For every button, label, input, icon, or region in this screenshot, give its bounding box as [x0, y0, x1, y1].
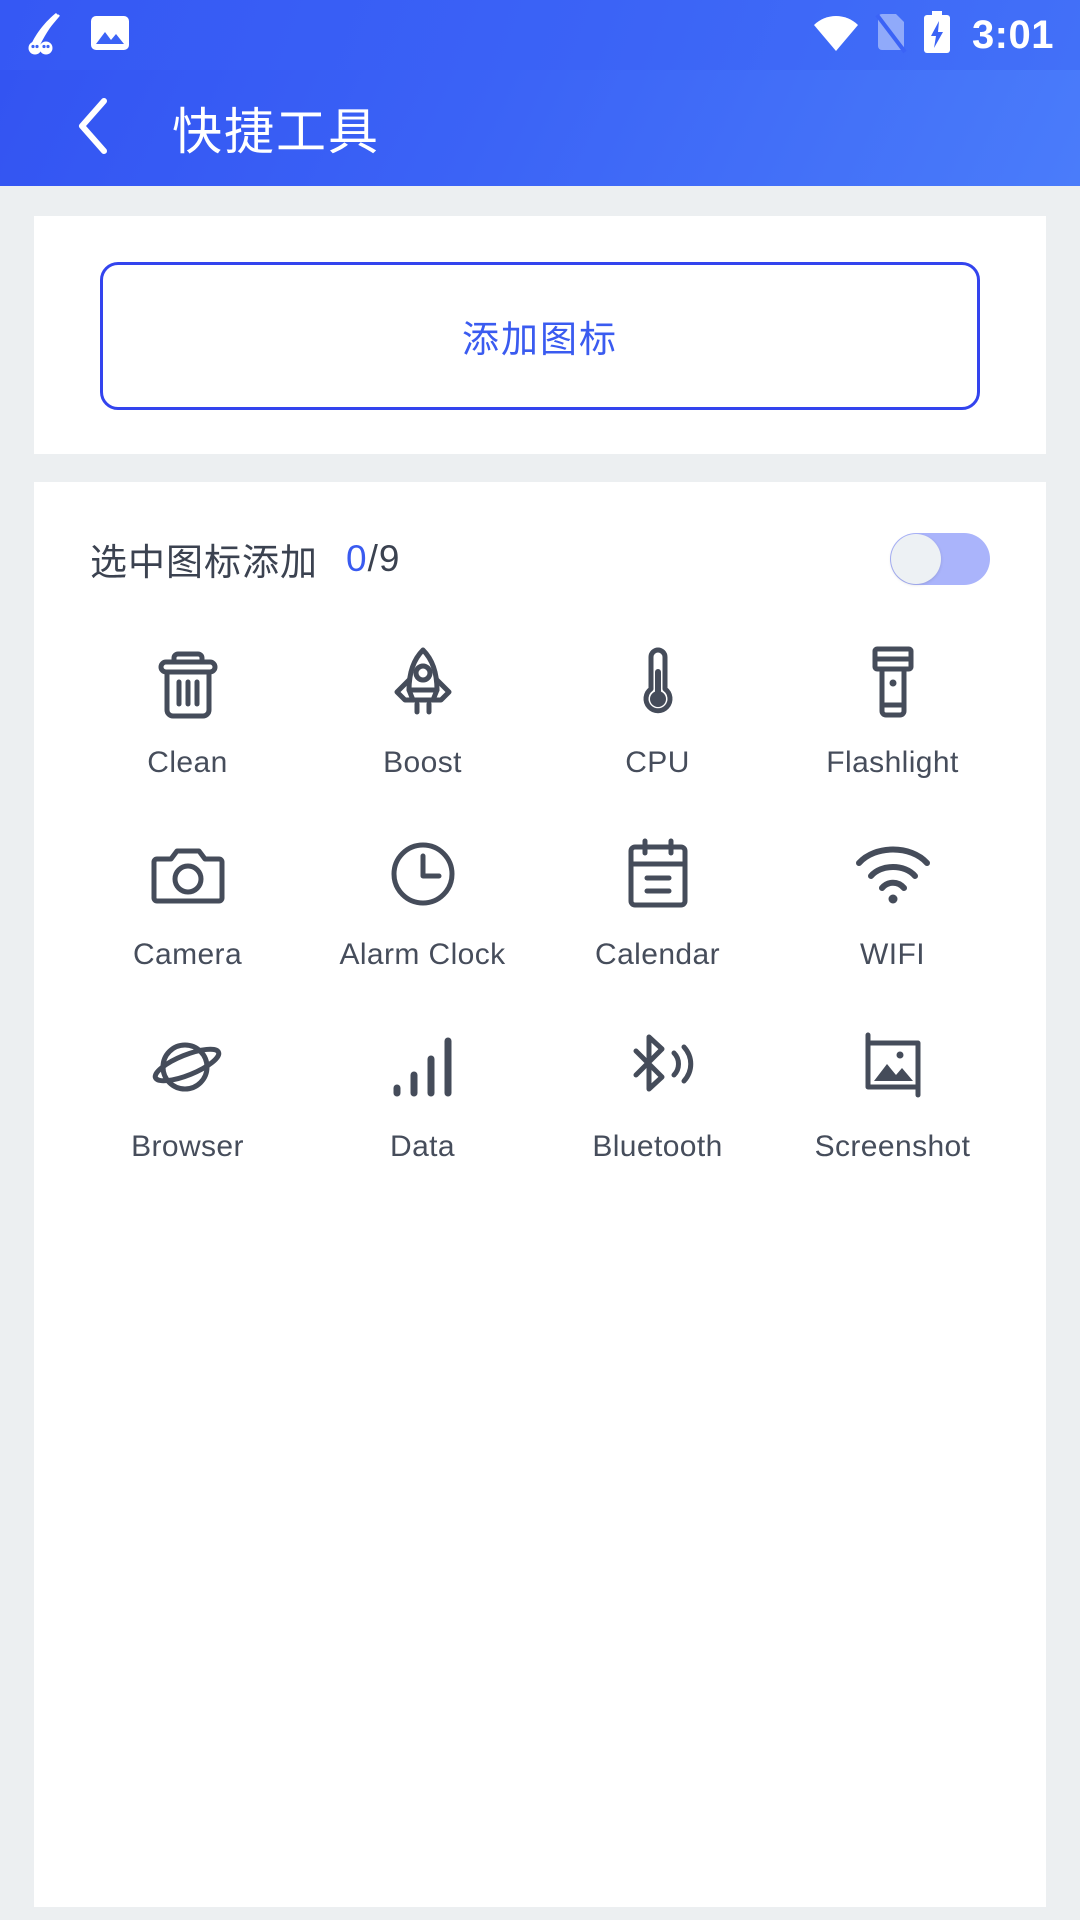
select-icons-toggle[interactable]: [890, 533, 990, 585]
selection-count-current: 0: [346, 538, 368, 579]
toggle-knob: [891, 534, 941, 584]
tool-item-calendar[interactable]: Calendar: [540, 818, 775, 982]
thermometer-icon: [633, 644, 683, 720]
tool-label: Screenshot: [814, 1130, 971, 1163]
select-icons-row: 选中图标添加 0/9: [34, 482, 1046, 586]
add-icon-button-label: 添加图标: [462, 319, 618, 360]
chevron-left-icon: [72, 95, 116, 162]
tool-item-browser[interactable]: Browser: [70, 1010, 305, 1174]
status-bar-right-icons: 3:01: [812, 10, 1054, 60]
tool-item-cpu[interactable]: CPU: [540, 626, 775, 790]
select-icons-label: 选中图标添加: [90, 542, 318, 583]
tool-label: Data: [390, 1130, 455, 1163]
tool-label: Alarm Clock: [339, 938, 506, 971]
tool-label: Boost: [383, 746, 462, 779]
tool-item-boost[interactable]: Boost: [305, 626, 540, 790]
tool-label: WIFI: [860, 938, 925, 971]
tool-label: Flashlight: [826, 746, 959, 779]
tool-item-clean[interactable]: Clean: [70, 626, 305, 790]
back-button[interactable]: [58, 92, 130, 164]
tool-item-screenshot[interactable]: Screenshot: [775, 1010, 1010, 1174]
tool-item-wifi[interactable]: WIFI: [775, 818, 1010, 982]
status-bar-left-icons: [26, 11, 130, 60]
add-icon-button[interactable]: 添加图标: [100, 262, 980, 410]
no-sim-icon: [874, 12, 908, 59]
tool-item-camera[interactable]: Camera: [70, 818, 305, 982]
tool-item-flashlight[interactable]: Flashlight: [775, 626, 1010, 790]
tool-item-alarm-clock[interactable]: Alarm Clock: [305, 818, 540, 982]
tool-label: Calendar: [595, 938, 720, 971]
selection-count-total: /9: [367, 538, 401, 579]
tool-label: Browser: [131, 1130, 244, 1163]
calendar-icon: [624, 836, 692, 912]
camera-icon: [151, 836, 225, 912]
tool-label: CPU: [625, 746, 690, 779]
battery-charging-icon: [922, 10, 952, 60]
tool-label: Clean: [147, 746, 228, 779]
trash-icon: [153, 644, 223, 720]
bluetooth-icon: [620, 1028, 696, 1104]
tool-item-data[interactable]: Data: [305, 1010, 540, 1174]
tool-label: Camera: [132, 938, 243, 971]
status-bar-clock: 3:01: [971, 12, 1054, 57]
image-icon: [90, 13, 130, 58]
screenshot-icon: [856, 1028, 930, 1104]
tools-grid: Clean Boost CPU Flashlight Camera Alarm …: [34, 586, 1046, 1174]
add-icon-card: 添加图标: [34, 216, 1046, 454]
flashlight-icon: [866, 644, 920, 720]
planet-icon: [149, 1028, 227, 1104]
clock-icon: [387, 836, 459, 912]
feather-notification-icon: [26, 11, 68, 60]
tools-card: 选中图标添加 0/9 Clean Boost CPU Flashlight Ca…: [34, 482, 1046, 1907]
app-bar: 快捷工具: [0, 70, 1080, 186]
page-title: 快捷工具: [172, 104, 380, 160]
status-bar: 3:01: [0, 0, 1080, 70]
wifi-icon: [853, 836, 933, 912]
wifi-icon: [812, 13, 860, 58]
selection-counter: 0/9: [346, 538, 400, 580]
tool-label: Bluetooth: [592, 1130, 723, 1163]
tool-item-bluetooth[interactable]: Bluetooth: [540, 1010, 775, 1174]
rocket-icon: [387, 644, 459, 720]
signal-bars-icon: [388, 1028, 458, 1104]
